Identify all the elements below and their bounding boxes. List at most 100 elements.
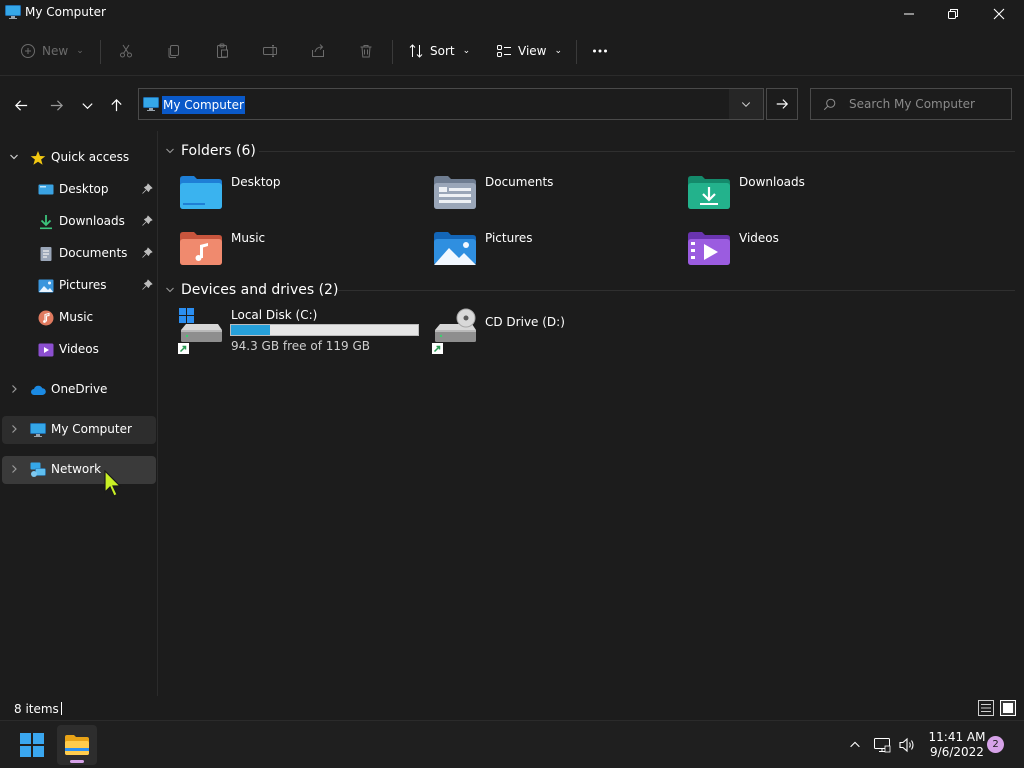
show-hidden-icons-button[interactable] [845,735,865,755]
videos-folder-icon [688,232,730,265]
back-button[interactable] [10,94,32,116]
downloads-folder-icon [688,176,730,209]
large-icons-view-button[interactable] [999,699,1017,717]
cut-button[interactable] [118,38,134,64]
rename-icon [263,45,277,57]
windows-logo-icon [20,733,44,757]
recent-locations-button[interactable] [76,94,98,116]
folder-label: Pictures [485,231,533,245]
drives-group-header[interactable]: Devices and drives (2) [165,279,1015,301]
delete-button[interactable] [358,38,374,64]
sidebar-item-documents[interactable]: Documents [2,240,156,268]
view-button[interactable]: View ⌄ [496,38,562,64]
see-more-button[interactable] [592,38,608,64]
active-app-indicator [70,760,84,763]
address-bar[interactable]: My Computer [138,88,764,120]
documents-icon [40,247,52,261]
folders-group-header[interactable]: Folders (6) [165,140,1015,162]
cd-drive-icon [432,308,476,354]
sidebar-item-my-computer[interactable]: My Computer [2,416,156,444]
share-icon [312,44,324,57]
more-icon [593,49,607,53]
folder-label: Downloads [739,175,805,189]
drive-tile-cd-drive[interactable]: CD Drive (D:) [413,308,663,360]
go-button[interactable] [766,88,798,120]
notification-badge[interactable]: 2 [987,736,1004,753]
local-disk-icon [178,308,222,354]
pin-icon[interactable] [141,183,153,195]
sidebar-item-desktop[interactable]: Desktop [2,176,156,204]
desktop-folder-icon [180,176,222,209]
paste-button[interactable] [214,38,230,64]
search-icon [823,98,836,111]
minimize-button[interactable] [886,0,932,28]
clock[interactable]: 11:41 AM 9/6/2022 [924,730,990,760]
sidebar-item-onedrive[interactable]: OneDrive [2,376,156,404]
file-explorer-taskbar-button[interactable] [57,725,97,765]
pin-icon[interactable] [141,247,153,259]
rename-button[interactable] [262,38,278,64]
folder-tile-pictures[interactable]: Pictures [413,225,653,271]
share-button[interactable] [310,38,326,64]
volume-tray-button[interactable] [897,735,917,755]
folder-tile-documents[interactable]: Documents [413,169,653,215]
minimize-icon [904,13,914,15]
trash-icon [360,45,372,58]
new-button[interactable]: New ⌄ [20,38,84,64]
sidebar-item-music[interactable]: Music [2,304,156,332]
sidebar-item-label: Documents [59,246,128,260]
taskbar: 11:41 AM 9/6/2022 2 [0,720,1024,768]
folder-tile-videos[interactable]: Videos [667,225,907,271]
search-input[interactable] [849,95,1007,113]
command-bar: New ⌄ Sort ⌄ View ⌄ [0,28,1024,76]
folders-group-title: Folders (6) [181,143,256,159]
sidebar-item-downloads[interactable]: Downloads [2,208,156,236]
forward-button[interactable] [45,94,67,116]
chevron-up-icon [850,741,860,748]
group-divider [337,290,1015,291]
status-divider [61,702,62,715]
chevron-right-icon[interactable] [9,384,19,394]
pin-icon[interactable] [141,215,153,227]
chevron-right-icon[interactable] [9,464,19,474]
sidebar-item-videos[interactable]: Videos [2,336,156,364]
sidebar-item-network[interactable]: Network [2,456,156,484]
drives-group-title: Devices and drives (2) [181,282,339,298]
search-box[interactable] [810,88,1012,120]
folder-tile-desktop[interactable]: Desktop [159,169,399,215]
sidebar-item-label: Music [59,310,94,324]
videos-icon [38,343,54,357]
tiles-view-icon [1000,700,1016,716]
folder-label: Desktop [231,175,281,189]
chevron-down-icon [166,287,174,293]
downloads-icon [40,215,52,230]
address-text[interactable]: My Computer [162,96,245,114]
folder-label: Music [231,231,266,245]
wired-network-icon [874,738,891,753]
copy-button[interactable] [166,38,182,64]
folder-tile-downloads[interactable]: Downloads [667,169,907,215]
network-tray-button[interactable] [872,735,892,755]
restore-button[interactable] [930,0,976,28]
close-button[interactable] [976,0,1022,28]
address-history-dropdown[interactable] [729,89,763,119]
start-button[interactable] [12,725,52,765]
sidebar-item-pictures[interactable]: Pictures [2,272,156,300]
group-divider [259,151,1015,152]
pin-icon[interactable] [141,279,153,291]
folder-label: Documents [485,175,554,189]
desktop-icon [38,184,54,195]
copy-icon [168,45,179,58]
up-button[interactable] [105,94,127,116]
drive-usage-fill [231,325,271,335]
chevron-right-icon[interactable] [9,424,19,434]
title-bar: My Computer [0,0,1024,28]
folder-label: Videos [739,231,779,245]
sort-button[interactable]: Sort ⌄ [408,38,470,64]
sidebar-item-quick-access[interactable]: Quick access [2,144,156,172]
drive-tile-local-disk[interactable]: Local Disk (C:) 94.3 GB free of 119 GB [159,308,419,360]
my-computer-app-icon [5,5,21,19]
details-view-button[interactable] [977,699,995,717]
chevron-down-icon[interactable] [9,152,19,162]
folder-tile-music[interactable]: Music [159,225,399,271]
